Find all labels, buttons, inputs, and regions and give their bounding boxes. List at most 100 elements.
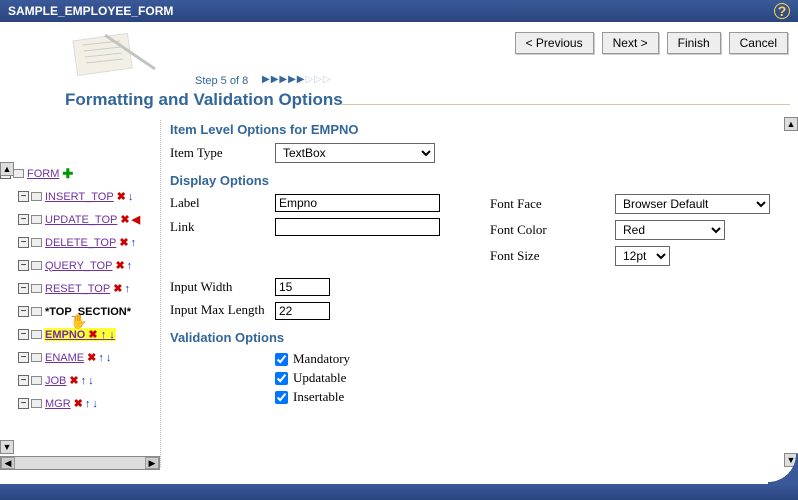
delete-icon[interactable]: ✖ [69, 374, 78, 387]
node-icon [31, 353, 42, 362]
row-mandatory: Mandatory [275, 351, 788, 367]
mandatory-checkbox[interactable] [275, 353, 288, 366]
tree-item-reset-top: − RESET_TOP ✖ ↑ [10, 277, 160, 300]
content-panel: ▲ Item Level Options for EMPNO Item Type… [160, 117, 798, 482]
move-up-icon[interactable]: ↑ [131, 237, 137, 249]
tree-label[interactable]: JOB [44, 375, 67, 387]
font-color-label: Font Color [490, 222, 615, 238]
delete-icon[interactable]: ✖ [87, 351, 96, 364]
input-maxlen-label: Input Max Length [170, 302, 275, 318]
node-icon [31, 399, 42, 408]
move-left-icon[interactable]: ◀ [132, 213, 140, 226]
node-icon [31, 307, 42, 316]
move-up-icon[interactable]: ↑ [85, 398, 91, 410]
node-icon [31, 192, 42, 201]
input-maxlen-field[interactable] [275, 302, 330, 320]
help-icon[interactable]: ? [774, 3, 790, 19]
collapse-icon[interactable]: − [18, 191, 29, 202]
move-up-icon[interactable]: ↑ [98, 352, 104, 364]
tree-label[interactable]: UPDATE_TOP [44, 214, 118, 226]
move-down-icon[interactable]: ↓ [92, 398, 98, 410]
move-up-icon[interactable]: ↑ [81, 375, 87, 387]
collapse-icon[interactable]: − [18, 375, 29, 386]
tree-label-selected[interactable]: EMPNO ✖ ↑ ↓ [44, 328, 116, 341]
section-validation: Validation Options [170, 330, 788, 345]
delete-icon[interactable]: ✖ [113, 282, 122, 295]
font-face-select[interactable]: Browser Default [615, 194, 770, 214]
tree-label[interactable]: QUERY_TOP [44, 260, 113, 272]
font-color-select[interactable]: Red [615, 220, 725, 240]
tree-item-ename: − ENAME ✖ ↑ ↓ [10, 346, 160, 369]
node-icon [31, 238, 42, 247]
tree-panel: ▲ − FORM ✚ − INSERT_TOP ✖ ↓ − UPDATE_TOP… [0, 117, 160, 482]
divider-line [340, 104, 790, 105]
next-button[interactable]: Next > [602, 32, 659, 54]
tree-hscrollbar[interactable]: ◀ ▶ [0, 456, 160, 470]
tree-item-insert-top: − INSERT_TOP ✖ ↓ [10, 185, 160, 208]
add-icon[interactable]: ✚ [62, 166, 73, 182]
tree-item-update-top: − UPDATE_TOP ✖ ◀ [10, 208, 160, 231]
section-item-level: Item Level Options for EMPNO [170, 122, 788, 137]
label-label: Label [170, 195, 275, 211]
delete-icon[interactable]: ✖ [74, 397, 83, 410]
font-face-label: Font Face [490, 196, 615, 212]
page-title: Formatting and Validation Options [65, 90, 343, 110]
collapse-icon[interactable]: − [18, 214, 29, 225]
updatable-label: Updatable [293, 370, 346, 386]
node-icon [31, 330, 42, 339]
label-input[interactable] [275, 194, 440, 212]
item-type-label: Item Type [170, 145, 275, 161]
previous-button[interactable]: < Previous [515, 32, 594, 54]
collapse-icon[interactable]: − [18, 283, 29, 294]
collapse-icon[interactable]: − [18, 398, 29, 409]
node-icon [31, 376, 42, 385]
tree-label[interactable]: INSERT_TOP [44, 191, 115, 203]
scroll-left-icon[interactable]: ◀ [1, 457, 15, 469]
font-size-select[interactable]: 12pt [615, 246, 670, 266]
finish-button[interactable]: Finish [667, 32, 721, 54]
row-updatable: Updatable [275, 370, 788, 386]
collapse-icon[interactable]: − [18, 237, 29, 248]
tree-label[interactable]: DELETE_TOP [44, 237, 117, 249]
delete-icon[interactable]: ✖ [120, 213, 129, 226]
collapse-icon[interactable]: − [18, 329, 29, 340]
tree-item-mgr: − MGR ✖ ↑ ↓ [10, 392, 160, 415]
move-down-icon[interactable]: ↓ [128, 191, 134, 203]
link-input[interactable] [275, 218, 440, 236]
move-down-icon[interactable]: ↓ [109, 329, 115, 341]
tree-root-label[interactable]: FORM [26, 168, 60, 180]
input-width-label: Input Width [170, 279, 275, 295]
tree-item-job: − JOB ✖ ↑ ↓ [10, 369, 160, 392]
insertable-checkbox[interactable] [275, 391, 288, 404]
content-scroll-up-button[interactable]: ▲ [784, 117, 798, 131]
item-type-select[interactable]: TextBox [275, 143, 435, 163]
move-up-icon[interactable]: ↑ [124, 283, 130, 295]
node-icon [31, 261, 42, 270]
move-up-icon[interactable]: ↑ [127, 260, 133, 272]
delete-icon[interactable]: ✖ [115, 259, 124, 272]
display-columns: Label Link Font Face Browser Default Fon… [170, 194, 788, 272]
tree-label[interactable]: *TOP_SECTION* [44, 306, 132, 318]
move-down-icon[interactable]: ↓ [88, 375, 94, 387]
wizard-nav: < Previous Next > Finish Cancel [515, 32, 788, 54]
move-down-icon[interactable]: ↓ [106, 352, 112, 364]
tree-item-delete-top: − DELETE_TOP ✖ ↑ [10, 231, 160, 254]
tree-scroll-up-button[interactable]: ▲ [0, 162, 14, 176]
tree-label[interactable]: RESET_TOP [44, 283, 111, 295]
node-icon [31, 215, 42, 224]
titlebar: SAMPLE_EMPLOYEE_FORM ? [0, 0, 798, 22]
cancel-button[interactable]: Cancel [729, 32, 788, 54]
input-width-field[interactable] [275, 278, 330, 296]
collapse-icon[interactable]: − [18, 260, 29, 271]
delete-icon[interactable]: ✖ [117, 190, 126, 203]
delete-icon[interactable]: ✖ [88, 329, 97, 341]
scroll-right-icon[interactable]: ▶ [145, 457, 159, 469]
tree-label[interactable]: ENAME [44, 352, 85, 364]
collapse-icon[interactable]: − [18, 352, 29, 363]
delete-icon[interactable]: ✖ [119, 236, 128, 249]
tree-label[interactable]: MGR [44, 398, 72, 410]
tree-scroll-down-button[interactable]: ▼ [0, 440, 14, 454]
move-up-icon[interactable]: ↑ [101, 329, 107, 341]
updatable-checkbox[interactable] [275, 372, 288, 385]
collapse-icon[interactable]: − [18, 306, 29, 317]
